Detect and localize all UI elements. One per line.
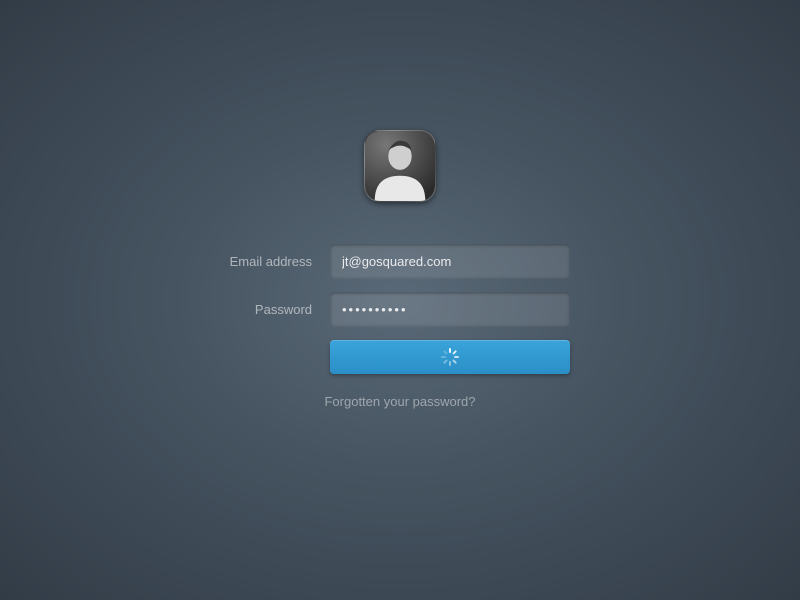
password-label: Password (190, 302, 330, 317)
submit-button[interactable] (330, 340, 570, 374)
login-form: Email address Password (190, 244, 610, 409)
email-row: Email address (190, 244, 610, 278)
avatar-image (365, 131, 435, 201)
login-form-container: Email address Password (190, 130, 610, 409)
password-row: Password (190, 292, 610, 326)
email-field[interactable] (330, 244, 570, 278)
loading-spinner-icon (441, 348, 459, 366)
password-field[interactable] (330, 292, 570, 326)
avatar (364, 130, 436, 202)
email-label: Email address (190, 254, 330, 269)
forgot-password-link[interactable]: Forgotten your password? (190, 394, 610, 409)
submit-row (190, 340, 610, 374)
